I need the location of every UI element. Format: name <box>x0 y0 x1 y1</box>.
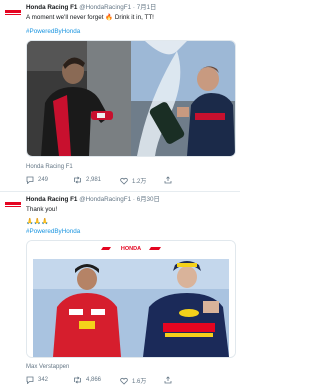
drivers-photo: HONDA <box>27 241 235 357</box>
heart-icon <box>120 377 128 385</box>
like-button[interactable]: 1.6万 <box>120 376 146 385</box>
media-caption: Max Verstappen <box>26 364 70 370</box>
author-name[interactable]: Honda Racing F1 <box>26 196 77 203</box>
tweet-header: Honda Racing F1 @HondaRacingF1 · 7月1日 <box>26 4 156 12</box>
like-button[interactable]: 1.2万 <box>120 176 146 185</box>
tweet-actions: 249 2,981 1.2万 <box>26 176 206 186</box>
tweet-actions: 342 4,866 1.6万 <box>26 376 206 386</box>
separator-dot: · <box>132 196 135 203</box>
media-caption: Honda Racing F1 <box>26 164 73 170</box>
share-button[interactable] <box>164 376 172 384</box>
reply-count: 249 <box>38 177 49 183</box>
share-icon <box>164 176 172 184</box>
share-button[interactable] <box>164 176 172 184</box>
like-count: 1.6万 <box>132 379 147 385</box>
heart-icon <box>120 177 128 185</box>
tweet-text: Thank you! <box>26 206 58 213</box>
author-handle[interactable]: @HondaRacingF1 <box>79 4 131 11</box>
reply-button[interactable]: 342 <box>26 376 48 384</box>
reply-button[interactable]: 249 <box>26 176 48 184</box>
honda-banner-text: HONDA <box>121 246 141 252</box>
reply-icon <box>26 176 34 184</box>
reply-count: 342 <box>38 377 49 383</box>
tweet-timestamp[interactable]: 7月1日 <box>137 4 157 11</box>
author-handle[interactable]: @HondaRacingF1 <box>79 196 131 203</box>
retweet-button[interactable]: 4,866 <box>73 376 101 384</box>
tweet-media[interactable] <box>26 40 236 157</box>
retweet-count: 2,981 <box>86 177 102 183</box>
hashtag-link[interactable]: #PoweredByHonda <box>26 228 80 236</box>
hashtag-link[interactable]: #PoweredByHonda <box>26 28 80 36</box>
retweet-icon <box>74 376 81 384</box>
retweet-button[interactable]: 2,981 <box>73 176 101 184</box>
tweet-header: Honda Racing F1 @HondaRacingF1 · 6月30日 <box>26 196 160 204</box>
honda-logo-avatar[interactable] <box>4 6 22 18</box>
tweet-text: A moment we'll never forget 🔥 Drink it i… <box>26 14 154 21</box>
retweet-icon <box>74 176 81 184</box>
author-name[interactable]: Honda Racing F1 <box>26 4 77 11</box>
tweet-media[interactable]: HONDA <box>26 240 236 358</box>
tweet-timestamp[interactable]: 6月30日 <box>137 196 160 203</box>
celebration-photo <box>27 41 235 156</box>
tweet-divider <box>0 191 240 192</box>
honda-logo-avatar[interactable] <box>4 198 22 210</box>
emoji-line: 🙏🙏🙏 <box>26 219 49 225</box>
retweet-count: 4,866 <box>86 377 102 383</box>
like-count: 1.2万 <box>132 179 147 185</box>
share-icon <box>164 376 172 384</box>
reply-icon <box>26 376 34 384</box>
separator-dot: · <box>132 4 135 11</box>
